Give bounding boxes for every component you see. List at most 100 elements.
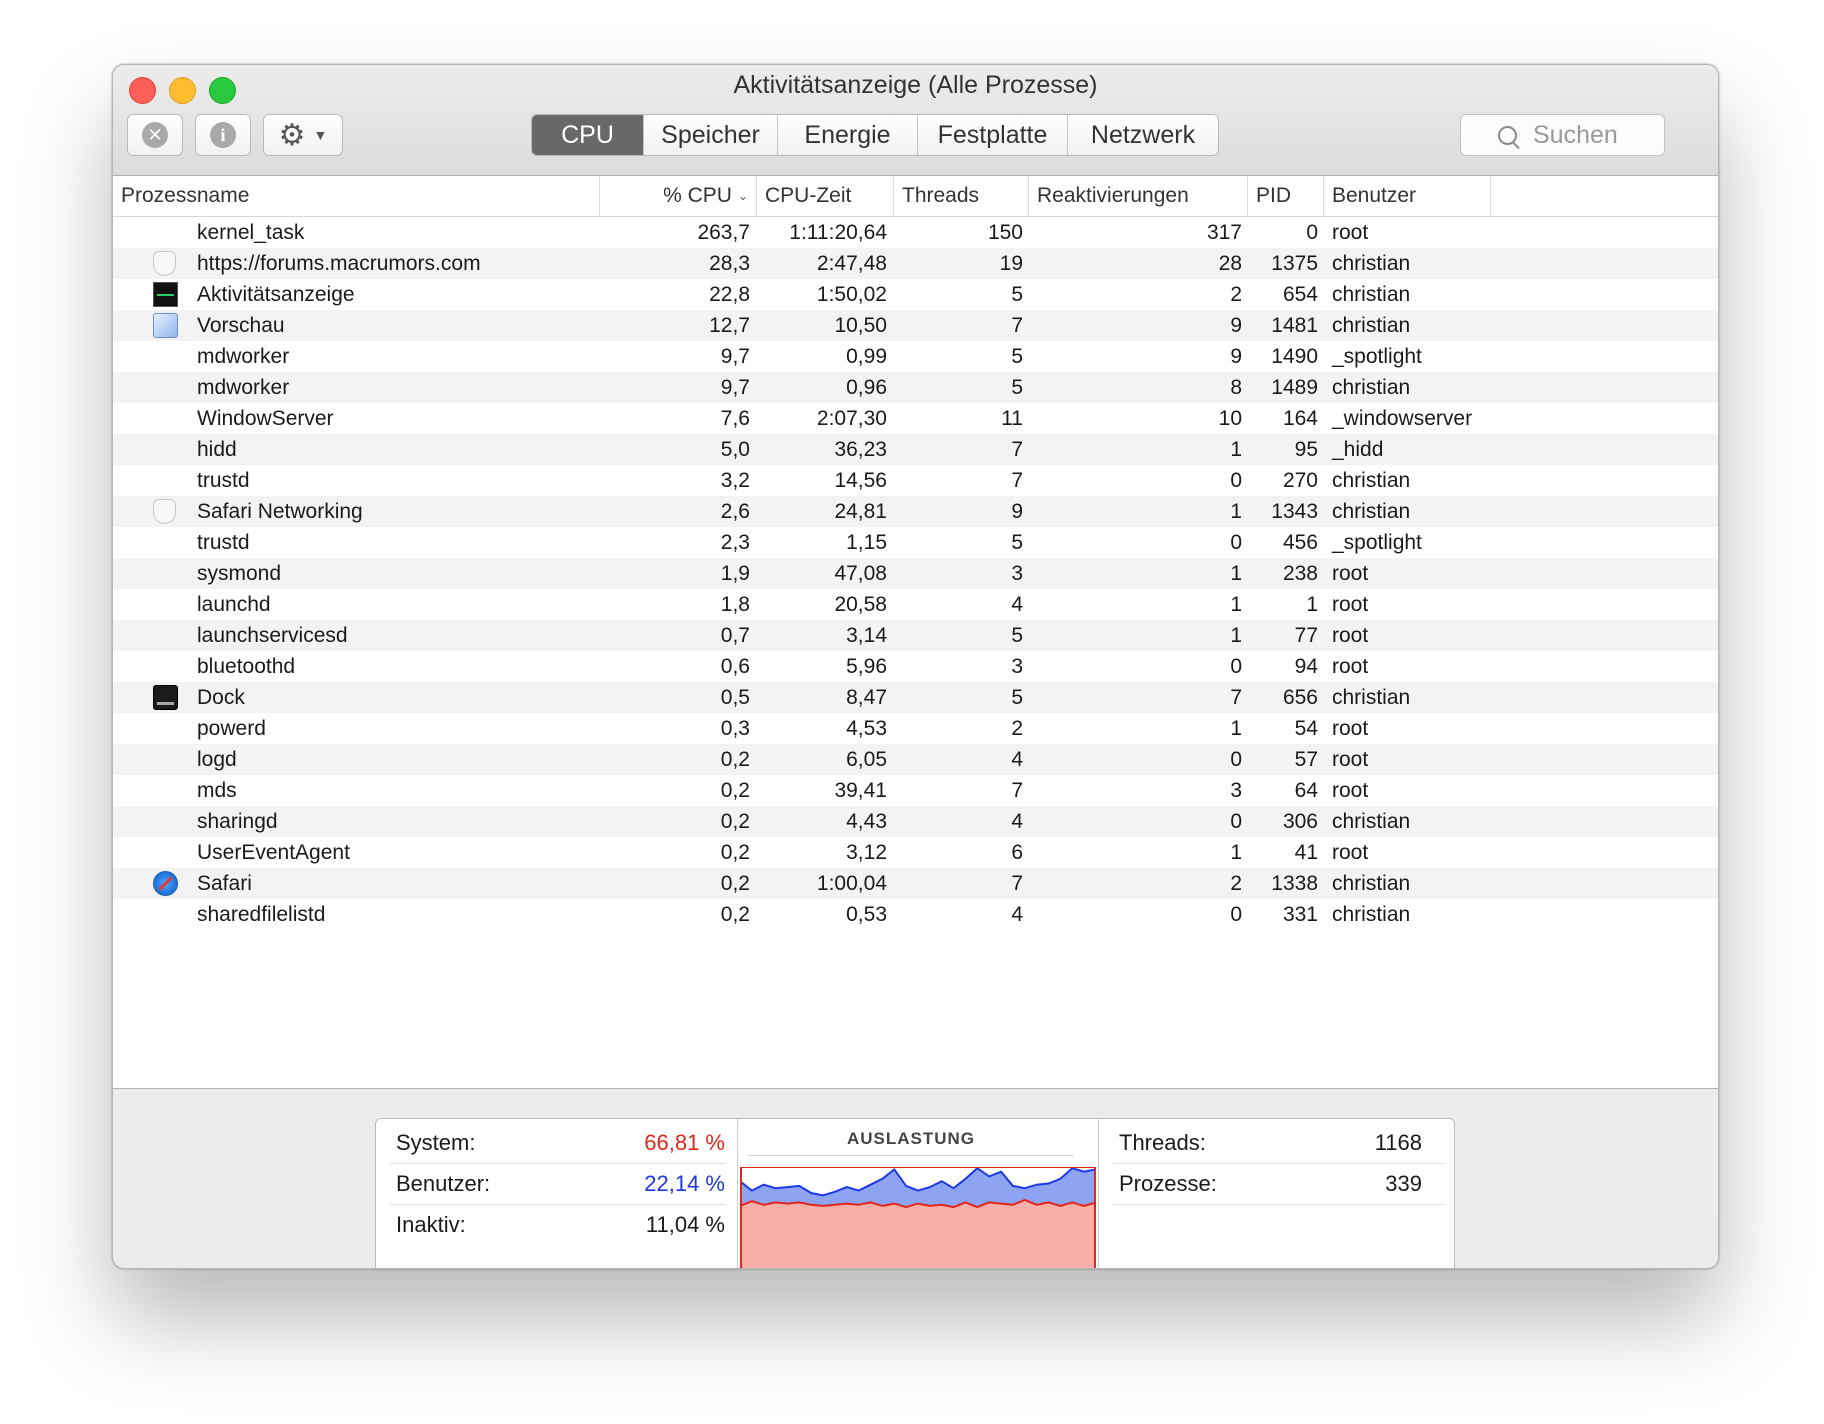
table-row[interactable]: launchservicesd 0,7 3,14 5 1 77 root	[113, 620, 1718, 651]
cell-process-name: launchservicesd	[197, 624, 348, 647]
cell-pid: 41	[1294, 841, 1318, 864]
tab-energie[interactable]: Energie	[778, 115, 918, 155]
column-header-cpu-zeit[interactable]: CPU-Zeit	[757, 176, 894, 216]
table-row[interactable]: sysmond 1,9 47,08 3 1 238 root	[113, 558, 1718, 589]
system-stat: System: 66,81 %	[390, 1123, 725, 1164]
cell-wakeups: 3	[1230, 779, 1242, 802]
search-input[interactable]: Suchen	[1460, 114, 1665, 156]
cell-threads: 6	[1011, 841, 1023, 864]
gear-icon: ⚙	[278, 118, 306, 152]
table-row[interactable]: WindowServer 7,6 2:07,30 11 10 164 _windowserv…	[113, 403, 1718, 434]
cell-threads: 7	[1011, 469, 1023, 492]
cell-process-name: Vorschau	[197, 314, 285, 337]
cell-pid: 64	[1294, 779, 1318, 802]
cell-threads: 5	[1011, 624, 1023, 647]
cell-user: _spotlight	[1332, 345, 1422, 368]
tab-speicher[interactable]: Speicher	[644, 115, 778, 155]
cell-process-name: bluetoothd	[197, 655, 296, 678]
cell-wakeups: 9	[1230, 314, 1242, 337]
cell-cpu-time: 2:07,30	[816, 407, 887, 430]
cell-threads: 3	[1011, 655, 1023, 678]
cell-cpu: 0,2	[720, 903, 750, 926]
cell-pid: 306	[1282, 810, 1318, 833]
column-header-pid[interactable]: PID	[1248, 176, 1324, 216]
table-row[interactable]: sharingd 0,2 4,43 4 0 306 christian	[113, 806, 1718, 837]
cell-wakeups: 1	[1230, 438, 1242, 461]
cell-process-name: launchd	[197, 593, 271, 616]
inspect-process-button[interactable]: i	[195, 114, 251, 156]
cell-threads: 7	[1011, 314, 1023, 337]
column-header-reaktivierungen[interactable]: Reaktivierungen	[1029, 176, 1248, 216]
table-row[interactable]: UserEventAgent 0,2 3,12 6 1 41 root	[113, 837, 1718, 868]
table-row[interactable]: mds 0,2 39,41 7 3 64 root	[113, 775, 1718, 806]
processes-stat: Prozesse: 339	[1113, 1164, 1444, 1205]
cell-threads: 19	[999, 252, 1023, 275]
column-header-cpu[interactable]: % CPU ⌄	[600, 176, 757, 216]
cell-cpu-time: 47,08	[834, 562, 887, 585]
cell-process-name: kernel_task	[197, 221, 305, 244]
cell-user: root	[1332, 655, 1369, 678]
table-row[interactable]: https://forums.macrumors.com 28,3 2:47,48 1…	[113, 248, 1718, 279]
cell-cpu: 0,2	[720, 748, 750, 771]
table-row[interactable]: sharedfilelistd 0,2 0,53 4 0 331 christian	[113, 899, 1718, 930]
table-row[interactable]: hidd 5,0 36,23 7 1 95 _hidd	[113, 434, 1718, 465]
cell-user: christian	[1332, 376, 1411, 399]
cell-cpu-time: 3,14	[846, 624, 887, 647]
cell-wakeups: 0	[1230, 469, 1242, 492]
cell-cpu: 9,7	[720, 345, 750, 368]
table-row[interactable]: bluetoothd 0,6 5,96 3 0 94 root	[113, 651, 1718, 682]
user-stat: Benutzer: 22,14 %	[390, 1164, 725, 1205]
idle-label: Inaktiv:	[396, 1212, 466, 1237]
table-row[interactable]: Safari Networking 2,6 24,81 9 1 1343 christian	[113, 496, 1718, 527]
cell-user: root	[1332, 593, 1369, 616]
table-row[interactable]: powerd 0,3 4,53 2 1 54 root	[113, 713, 1718, 744]
tab-netzwerk[interactable]: Netzwerk	[1068, 115, 1218, 155]
cell-cpu: 0,2	[720, 810, 750, 833]
cell-cpu-time: 4,53	[846, 717, 887, 740]
cell-threads: 7	[1011, 438, 1023, 461]
cell-process-name: WindowServer	[197, 407, 334, 430]
table-row[interactable]: Aktivitätsanzeige 22,8 1:50,02 5 2 654 christi…	[113, 279, 1718, 310]
cell-threads: 5	[1011, 376, 1023, 399]
cell-pid: 654	[1282, 283, 1318, 306]
table-row[interactable]: launchd 1,8 20,58 4 1 1 root	[113, 589, 1718, 620]
cell-cpu-time: 8,47	[846, 686, 887, 709]
column-label: CPU-Zeit	[765, 184, 852, 207]
cell-cpu-time: 14,56	[834, 469, 887, 492]
tab-cpu[interactable]: CPU	[532, 115, 644, 155]
cell-process-name: Safari	[197, 872, 252, 895]
cell-wakeups: 8	[1230, 376, 1242, 399]
cell-user: root	[1332, 841, 1369, 864]
cell-threads: 5	[1011, 345, 1023, 368]
table-row[interactable]: kernel_task 263,7 1:11:20,64 150 317 0 root	[113, 217, 1718, 248]
table-row[interactable]: trustd 3,2 14,56 7 0 270 christian	[113, 465, 1718, 496]
column-header-benutzer[interactable]: Benutzer	[1324, 176, 1491, 216]
cell-cpu-time: 10,50	[834, 314, 887, 337]
action-menu-button[interactable]: ⚙ ▼	[263, 114, 343, 156]
cell-cpu: 7,6	[720, 407, 750, 430]
process-stats: Threads: 1168 Prozesse: 339	[1099, 1119, 1456, 1268]
column-header-prozessname[interactable]: Prozessname	[113, 176, 600, 216]
cell-user: root	[1332, 624, 1369, 647]
cell-threads: 4	[1011, 748, 1023, 771]
stop-process-button[interactable]: ✕	[127, 114, 183, 156]
cell-cpu: 0,2	[720, 872, 750, 895]
user-value: 22,14 %	[644, 1171, 725, 1196]
tab-festplatte[interactable]: Festplatte	[918, 115, 1068, 155]
table-row[interactable]: Safari 0,2 1:00,04 7 2 1338 christian	[113, 868, 1718, 899]
cell-pid: 1343	[1271, 500, 1318, 523]
cell-wakeups: 1	[1230, 562, 1242, 585]
column-label: % CPU	[663, 184, 732, 207]
column-header-threads[interactable]: Threads	[894, 176, 1029, 216]
table-row[interactable]: Dock 0,5 8,47 5 7 656 christian	[113, 682, 1718, 713]
activity-monitor-window: Aktivitätsanzeige (Alle Prozesse) ✕ i ⚙ …	[112, 64, 1719, 1269]
table-row[interactable]: logd 0,2 6,05 4 0 57 root	[113, 744, 1718, 775]
table-row[interactable]: trustd 2,3 1,15 5 0 456 _spotlight	[113, 527, 1718, 558]
table-row[interactable]: mdworker 9,7 0,96 5 8 1489 christian	[113, 372, 1718, 403]
cell-threads: 5	[1011, 686, 1023, 709]
table-row[interactable]: mdworker 9,7 0,99 5 9 1490 _spotlight	[113, 341, 1718, 372]
table-row[interactable]: Vorschau 12,7 10,50 7 9 1481 christian	[113, 310, 1718, 341]
table-header: Prozessname % CPU ⌄ CPU-Zeit Threads Reak…	[113, 176, 1718, 217]
cpu-load-stats: System: 66,81 % Benutzer: 22,14 % Inakti…	[376, 1119, 737, 1268]
cell-user: _windowserver	[1332, 407, 1473, 430]
